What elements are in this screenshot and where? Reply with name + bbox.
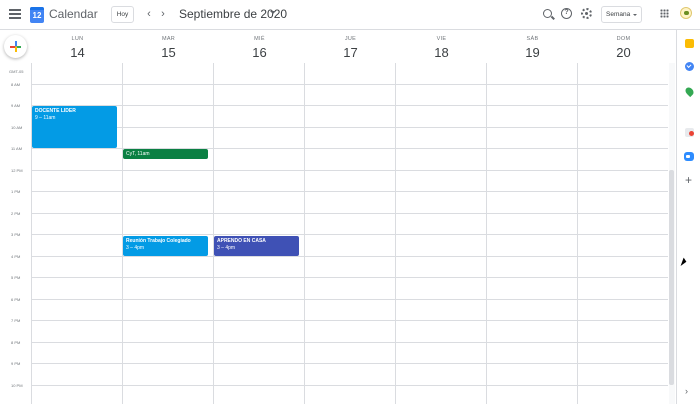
- event-time: 3 – 4pm: [126, 244, 145, 251]
- grid-hour-line: [31, 234, 668, 235]
- hour-label: 9 PM: [11, 361, 21, 366]
- gear-icon[interactable]: [581, 8, 592, 19]
- menu-icon[interactable]: [9, 9, 21, 19]
- hour-label: 3 PM: [11, 232, 21, 237]
- scrollbar-thumb[interactable]: [669, 170, 674, 385]
- grid-hour-line: [31, 105, 668, 106]
- week-grid[interactable]: [31, 63, 668, 404]
- event-title: CyT, 11am: [126, 150, 150, 157]
- hour-label: 9 AM: [11, 103, 21, 108]
- event-title: APRENDO EN CASA: [217, 238, 266, 244]
- event-aprendo-en-casa[interactable]: APRENDO EN CASA 3 – 4pm: [214, 236, 299, 256]
- grid-hour-line: [31, 256, 668, 257]
- timezone-label: GMT-05: [9, 69, 24, 74]
- hour-label: 6 PM: [11, 297, 21, 302]
- hour-label: 4 PM: [11, 254, 21, 259]
- expand-panel-icon[interactable]: ›: [685, 386, 688, 396]
- top-app-bar: 12 Calendar Hoy ‹ › Septiembre de 2020 ?…: [0, 0, 700, 30]
- grid-hour-line: [31, 127, 668, 128]
- event-title: Reunión Trabajo Colegiado: [126, 238, 191, 244]
- day-of-week: MAR: [161, 36, 176, 42]
- day-number[interactable]: 16: [214, 45, 305, 60]
- day-number[interactable]: 20: [578, 45, 669, 60]
- hour-label: 8 AM: [11, 82, 21, 87]
- side-panel: + ›: [676, 30, 700, 404]
- hour-label: 8 PM: [11, 340, 21, 345]
- next-week-button[interactable]: ›: [157, 8, 169, 20]
- grid-hour-line: [31, 320, 668, 321]
- tasks-icon[interactable]: [685, 62, 694, 71]
- event-cyt[interactable]: CyT, 11am: [123, 149, 208, 159]
- grid-hour-line: [31, 277, 668, 278]
- hour-label: 7 PM: [11, 318, 21, 323]
- grid-hour-line: [31, 84, 668, 85]
- plus-icon-vertical: [14, 41, 17, 52]
- view-selector-label: Semana: [606, 11, 631, 18]
- day-of-week: DOM: [616, 36, 631, 42]
- day-number[interactable]: 18: [396, 45, 487, 60]
- app-title[interactable]: Calendar: [49, 7, 98, 21]
- help-icon[interactable]: ?: [561, 8, 572, 19]
- previous-week-button[interactable]: ‹: [143, 8, 155, 20]
- today-button[interactable]: Hoy: [111, 6, 134, 23]
- contacts-icon[interactable]: [685, 128, 694, 137]
- hour-label: 12 PM: [11, 168, 23, 173]
- day-number[interactable]: 17: [305, 45, 396, 60]
- event-docente-lider[interactable]: DOCENTE LIDER 9 – 11am: [32, 106, 117, 148]
- grid-hour-line: [31, 385, 668, 386]
- hour-label: 1 PM: [11, 189, 21, 194]
- hour-label: 2 PM: [11, 211, 21, 216]
- apps-icon[interactable]: [660, 9, 669, 18]
- keep-icon[interactable]: [685, 39, 694, 48]
- event-time: 9 – 11am: [35, 114, 56, 121]
- day-of-week: JUE: [344, 36, 357, 42]
- grid-hour-line: [31, 299, 668, 300]
- hour-label: 5 PM: [11, 275, 21, 280]
- grid-hour-line: [31, 213, 668, 214]
- calendar-logo-icon[interactable]: 12: [30, 7, 44, 23]
- zoom-icon[interactable]: [684, 152, 694, 161]
- search-icon[interactable]: [543, 9, 552, 18]
- grid-hour-line: [31, 191, 668, 192]
- day-number[interactable]: 14: [32, 45, 123, 60]
- hour-label: 10 PM: [11, 383, 23, 388]
- event-title: DOCENTE LIDER: [35, 108, 76, 114]
- create-button[interactable]: [4, 35, 27, 58]
- event-reunion-trabajo-colegiado[interactable]: Reunión Trabajo Colegiado 3 – 4pm: [123, 236, 208, 256]
- grid-hour-line: [31, 363, 668, 364]
- chevron-down-icon[interactable]: [270, 11, 276, 14]
- hour-label: 10 AM: [11, 125, 23, 130]
- day-of-week: VIE: [436, 36, 447, 42]
- maps-icon[interactable]: [683, 85, 696, 98]
- hour-label: 11 AM: [11, 146, 23, 151]
- day-of-week: SÁB: [526, 36, 539, 42]
- view-selector[interactable]: Semana: [601, 6, 642, 23]
- day-of-week: LUN: [71, 36, 84, 42]
- add-addon-icon[interactable]: +: [685, 174, 692, 186]
- event-time: 3 – 4pm: [217, 244, 236, 251]
- grid-hour-line: [31, 342, 668, 343]
- chevron-down-icon: [633, 14, 637, 16]
- day-of-week: MIÉ: [254, 36, 265, 42]
- month-title[interactable]: Septiembre de 2020: [179, 7, 287, 21]
- day-number[interactable]: 19: [487, 45, 578, 60]
- day-number[interactable]: 15: [123, 45, 214, 60]
- avatar[interactable]: [680, 7, 692, 19]
- grid-hour-line: [31, 170, 668, 171]
